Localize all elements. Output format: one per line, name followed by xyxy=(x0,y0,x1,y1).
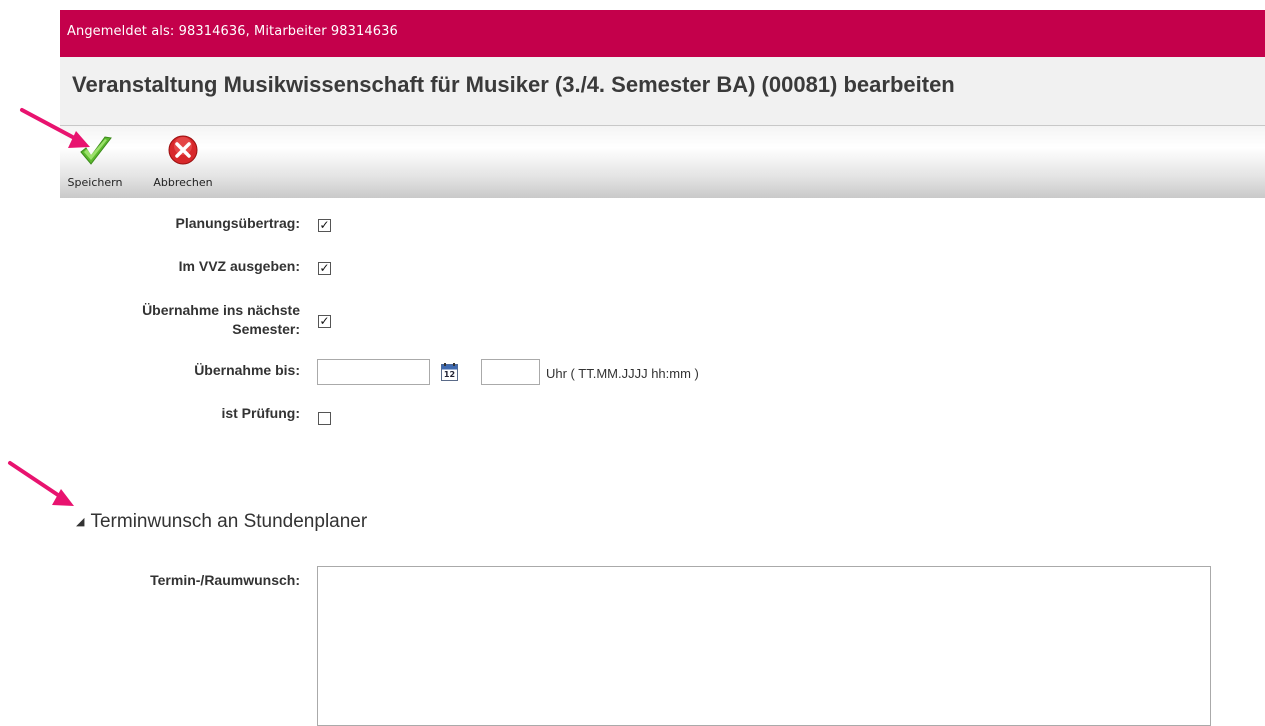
uebernahme-time-input[interactable] xyxy=(481,359,540,385)
uebernahme-bis-label: Übernahme bis: xyxy=(194,362,300,378)
section-title: Terminwunsch an Stundenplaner xyxy=(90,511,368,532)
save-label: Speichern xyxy=(67,176,123,189)
uebernahme-semester-label-line2: Semester: xyxy=(232,321,300,337)
toolbar: Speichern Abbrechen xyxy=(60,126,1265,198)
calendar-icon[interactable]: 12 xyxy=(441,363,458,381)
top-bar: Angemeldet als: 98314636, Mitarbeiter 98… xyxy=(60,10,1265,57)
im-vvz-label: Im VVZ ausgeben: xyxy=(178,258,300,274)
uebernahme-semester-checkbox[interactable]: ✓ xyxy=(318,315,331,328)
collapse-triangle-icon: ◢ xyxy=(76,516,85,528)
im-vvz-checkbox[interactable]: ✓ xyxy=(318,262,331,275)
termin-raumwunsch-label: Termin-/Raumwunsch: xyxy=(150,572,300,588)
arrow-to-section-icon xyxy=(8,461,74,506)
uebernahme-semester-label-line1: Übernahme ins nächste xyxy=(142,302,300,318)
calendar-day-text: 12 xyxy=(443,370,456,379)
ist-pruefung-label: ist Prüfung: xyxy=(221,405,300,421)
ist-pruefung-checkbox[interactable] xyxy=(318,412,331,425)
cancel-icon xyxy=(168,135,198,165)
save-button[interactable]: Speichern xyxy=(60,134,130,194)
termin-raumwunsch-textarea[interactable] xyxy=(317,566,1211,726)
planungsuebertrag-checkbox[interactable]: ✓ xyxy=(318,219,331,232)
planungsuebertrag-label: Planungsübertrag: xyxy=(175,215,300,231)
section-terminwunsch-toggle[interactable]: ◢ Terminwunsch an Stundenplaner xyxy=(76,511,367,533)
checkmark-icon xyxy=(80,136,112,165)
title-bar: Veranstaltung Musikwissenschaft für Musi… xyxy=(60,57,1265,126)
cancel-label: Abbrechen xyxy=(153,176,213,189)
login-info: Angemeldet als: 98314636, Mitarbeiter 98… xyxy=(67,24,398,39)
cancel-button[interactable]: Abbrechen xyxy=(148,134,218,194)
datetime-format-hint: Uhr ( TT.MM.JJJJ hh:mm ) xyxy=(546,366,699,381)
uebernahme-date-input[interactable] xyxy=(317,359,430,385)
page-title: Veranstaltung Musikwissenschaft für Musi… xyxy=(72,72,955,97)
